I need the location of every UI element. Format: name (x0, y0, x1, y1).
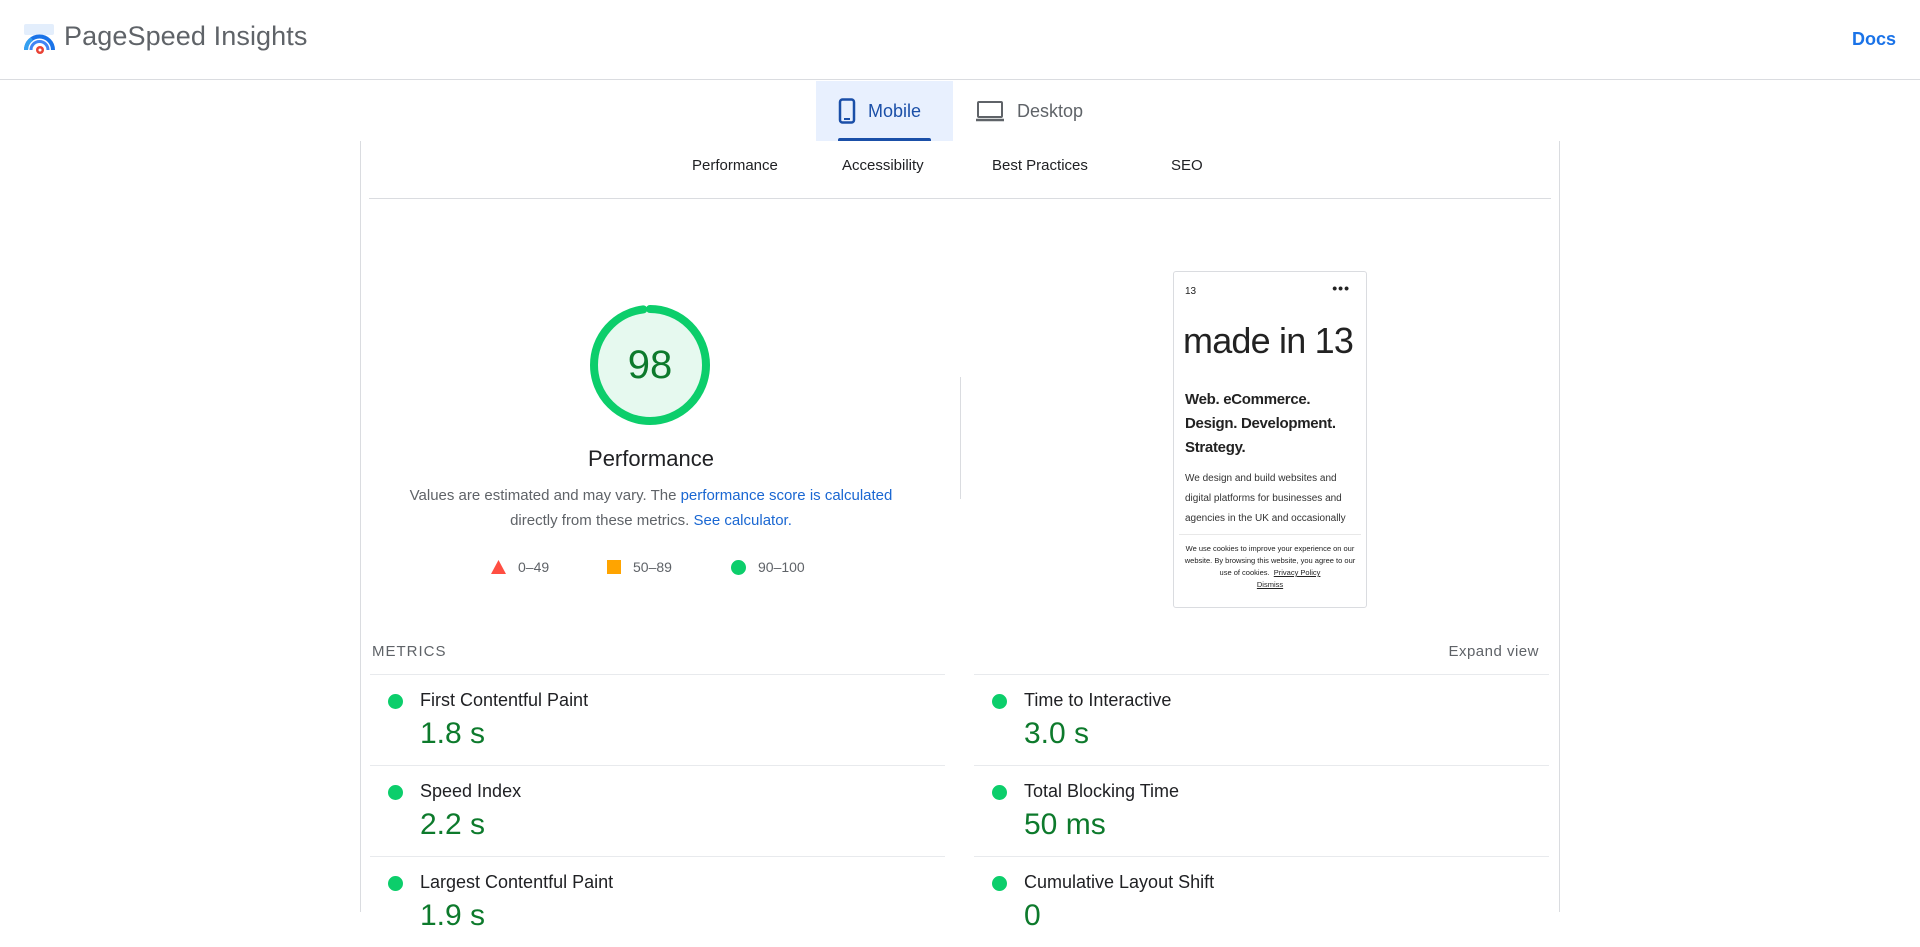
report-panel: Performance Accessibility Best Practices… (360, 141, 1560, 932)
category-tabs: Performance Accessibility Best Practices… (369, 141, 1551, 199)
top-bar: PageSpeed Insights Docs (0, 0, 1920, 80)
docs-link[interactable]: Docs (1852, 29, 1896, 50)
desc-prefix: Values are estimated and may vary. The (409, 487, 681, 504)
tab-mobile[interactable]: Mobile (816, 81, 953, 141)
metric-name: Speed Index (420, 781, 522, 801)
metric-value: 3.0 s (1024, 717, 1090, 750)
metric-fcp: First Contentful Paint 1.8 s (370, 674, 945, 765)
metrics-left-column: First Contentful Paint 1.8 s Speed Index… (370, 674, 945, 947)
metric-name: Largest Contentful Paint (420, 872, 614, 892)
final-screenshot[interactable]: 13 ••• made in 13 Web. eCommerce. Design… (1173, 271, 1367, 608)
pass-circle-icon (992, 694, 1007, 709)
metric-value: 1.8 s (420, 717, 486, 750)
metric-lcp: Largest Contentful Paint 1.9 s (370, 856, 945, 947)
metric-cls: Cumulative Layout Shift 0 (974, 856, 1549, 947)
metrics-heading: METRICS (372, 643, 447, 660)
performance-description: Values are estimated and may vary. The p… (401, 483, 901, 533)
pass-circle-icon (992, 785, 1007, 800)
expand-view-button[interactable]: Expand view (1448, 643, 1539, 660)
tab-performance[interactable]: Performance (692, 157, 778, 174)
cookie-policy-link: Privacy Policy (1273, 568, 1321, 577)
vertical-divider (960, 377, 961, 499)
tab-desktop-label: Desktop (1017, 100, 1084, 121)
screenshot-logo-number: 13 (1185, 286, 1197, 297)
desc-middle: directly from these metrics. (510, 512, 694, 529)
metric-value: 0 (1024, 899, 1041, 932)
metric-speed-index: Speed Index 2.2 s (370, 765, 945, 856)
phone-icon (838, 98, 856, 124)
metric-tbt: Total Blocking Time 50 ms (974, 765, 1549, 856)
tab-mobile-label: Mobile (868, 100, 922, 121)
metric-name: Cumulative Layout Shift (1024, 872, 1215, 892)
metric-value: 1.9 s (420, 899, 486, 932)
legend-pass: 90–100 (731, 559, 805, 575)
screenshot-body: We design and build websites and digital… (1185, 473, 1346, 524)
tab-best-practices[interactable]: Best Practices (992, 157, 1088, 174)
circle-icon (731, 559, 746, 575)
cookie-dismiss-link: Dismiss (1256, 580, 1284, 589)
brand-title[interactable]: PageSpeed Insights (64, 21, 307, 52)
legend-pass-label: 90–100 (758, 559, 805, 575)
laptop-icon (975, 99, 1005, 123)
pass-circle-icon (388, 694, 403, 709)
cookie-text: We use cookies to improve your experienc… (1184, 544, 1356, 577)
metric-name: First Contentful Paint (420, 690, 589, 710)
metric-name: Total Blocking Time (1024, 781, 1180, 801)
device-tabs: Mobile Desktop (816, 81, 1105, 141)
screenshot-subhead: Web. eCommerce. Design. Development. Str… (1185, 391, 1336, 456)
legend-average: 50–89 (607, 559, 672, 575)
metric-name: Time to Interactive (1024, 690, 1172, 710)
performance-title: Performance (588, 446, 714, 471)
triangle-icon (491, 560, 506, 574)
see-calculator-link[interactable]: See calculator. (693, 512, 791, 529)
tab-desktop[interactable]: Desktop (953, 81, 1105, 141)
legend-fail-label: 0–49 (518, 559, 550, 575)
metric-value: 2.2 s (420, 808, 486, 841)
pass-circle-icon (388, 876, 403, 891)
more-icon: ••• (1332, 280, 1350, 296)
metric-value: 50 ms (1024, 808, 1106, 841)
screenshot-headline: made in 13 (1183, 320, 1354, 361)
score-calculated-link[interactable]: performance score is calculated (681, 487, 893, 504)
pass-circle-icon (388, 785, 403, 800)
performance-gauge: 98 (588, 303, 712, 427)
metric-tti: Time to Interactive 3.0 s (974, 674, 1549, 765)
tab-accessibility[interactable]: Accessibility (842, 157, 924, 174)
pagespeed-gauge-icon[interactable] (23, 24, 56, 56)
tab-seo[interactable]: SEO (1171, 157, 1203, 174)
legend-fail: 0–49 (491, 559, 549, 575)
metrics-right-column: Time to Interactive 3.0 s Total Blocking… (974, 674, 1549, 947)
legend-average-label: 50–89 (633, 559, 672, 575)
square-icon (607, 560, 621, 574)
pass-circle-icon (992, 876, 1007, 891)
screenshot-cookie-banner: We use cookies to improve your experienc… (1179, 534, 1361, 607)
performance-score: 98 (627, 342, 673, 387)
